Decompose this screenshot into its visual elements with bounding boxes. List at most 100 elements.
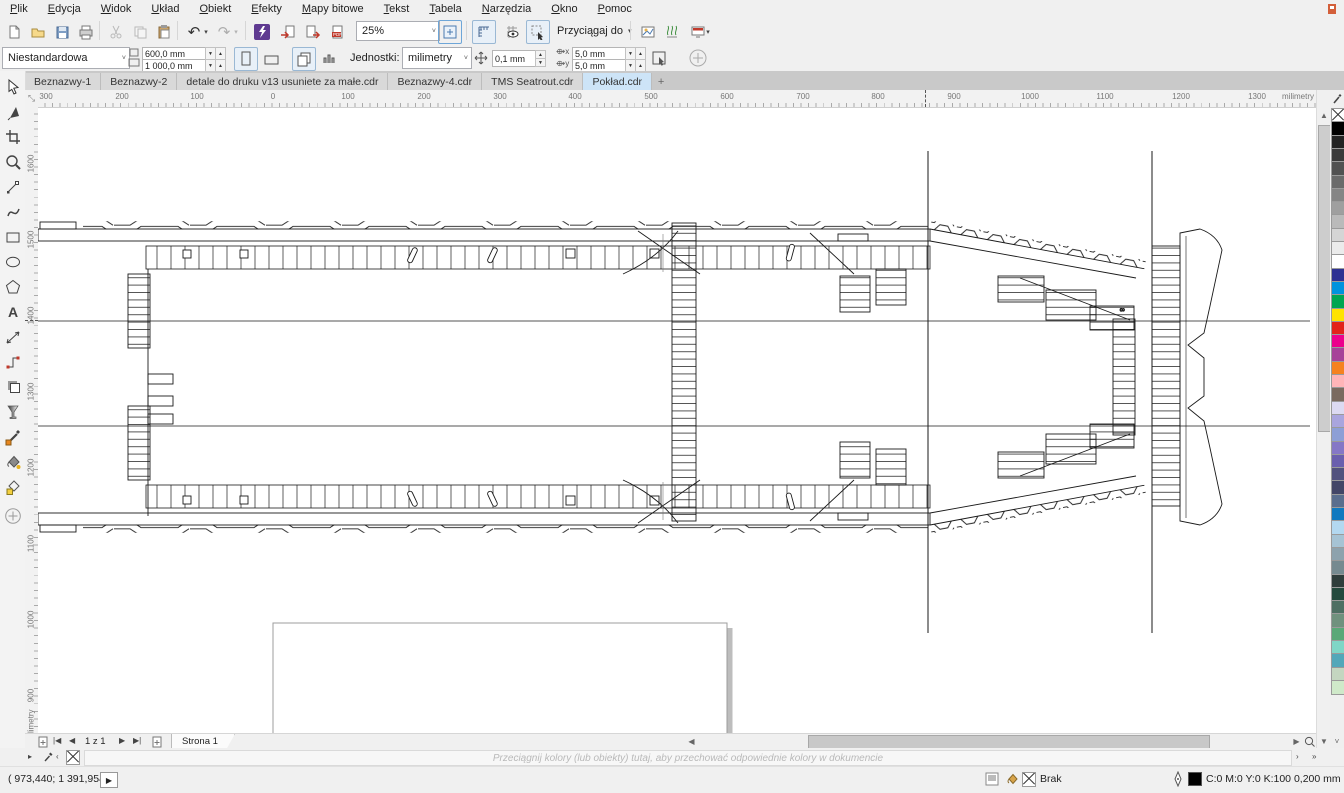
zoom-tool[interactable] [2, 151, 23, 172]
object-info-icon[interactable] [985, 772, 1000, 787]
coordinates-flyout-icon[interactable]: ▶ [100, 772, 118, 788]
vertical-scrollbar[interactable]: ▲ ▼ [1316, 90, 1331, 748]
next-page-icon[interactable]: ▶ [119, 736, 125, 745]
document-tab[interactable]: Beznazwy-2 [101, 73, 177, 90]
save-button[interactable] [50, 20, 74, 44]
tray-eyedropper-icon[interactable] [42, 751, 54, 763]
menu-narzedzia[interactable]: Narzędzia [472, 2, 542, 16]
export-button[interactable] [301, 20, 325, 44]
palette-eyedropper-icon[interactable] [1331, 92, 1343, 106]
account-icon[interactable] [1326, 3, 1338, 15]
menu-edycja[interactable]: Edycja [38, 2, 91, 16]
redo-dropdown-icon[interactable]: ▾ [230, 20, 242, 44]
scroll-up-icon[interactable]: ▲ [1318, 108, 1330, 122]
scroll-down-icon[interactable]: ▼ [1318, 734, 1330, 748]
portrait-button[interactable] [234, 47, 258, 71]
scrollbar-zoom-icon[interactable] [1303, 735, 1316, 748]
customize-toolbox-icon[interactable] [2, 505, 23, 526]
document-palette-tray[interactable]: Przeciągnij kolory (lub obiekty) tutaj, … [84, 750, 1292, 766]
artistic-media-tool[interactable] [2, 201, 23, 222]
tray-scroll-right-icon[interactable]: › [1296, 752, 1299, 761]
pick-tool[interactable] [2, 76, 23, 97]
horizontal-scroll-thumb[interactable] [808, 735, 1210, 749]
prev-page-icon[interactable]: ◀ [69, 736, 75, 745]
search-content-button[interactable] [250, 20, 274, 44]
tray-scroll-left-icon[interactable]: ‹ [56, 752, 59, 761]
document-tab[interactable]: TMS Seatrout.cdr [482, 73, 583, 90]
color-eyedropper-tool[interactable] [2, 426, 23, 447]
deck-drawing[interactable]: 8 [38, 108, 1316, 734]
add-property-icon[interactable] [688, 48, 708, 68]
snap-to-dropdown[interactable]: Przyciągaj do▾ [552, 21, 637, 41]
tray-expand-icon[interactable]: » [1312, 752, 1316, 761]
nudge-field[interactable]: 0,1 mm [492, 50, 540, 67]
menu-efekty[interactable]: Efekty [241, 2, 292, 16]
palette-scroll-down-icon[interactable]: ˅ [1331, 735, 1343, 747]
current-page-button[interactable] [318, 47, 342, 71]
launcher-dropdown-icon[interactable]: ▾ [702, 20, 714, 44]
snap-toggle-button[interactable] [526, 20, 550, 44]
zoom-level-combobox[interactable]: 25%˅ [356, 21, 440, 41]
text-tool[interactable]: A [2, 301, 23, 322]
fullscreen-preview-button[interactable] [438, 20, 462, 44]
horizontal-ruler[interactable]: 300 200 100 0 100 200 300 400 500 600 70… [38, 90, 1316, 108]
print-button[interactable] [74, 20, 98, 44]
drawing-canvas[interactable]: 8 [38, 107, 1316, 734]
ellipse-tool[interactable] [2, 251, 23, 272]
undo-dropdown-icon[interactable]: ▾ [200, 20, 212, 44]
horizontal-scrollbar[interactable]: ◀ ▶ [685, 733, 1316, 749]
transparency-tool[interactable] [2, 401, 23, 422]
show-rulers-button[interactable] [472, 20, 496, 44]
menu-plik[interactable]: Plik [0, 2, 38, 16]
last-page-icon[interactable]: ▶| [133, 736, 141, 745]
add-page-end-icon[interactable] [151, 736, 163, 748]
new-document-button[interactable] [2, 20, 26, 44]
menu-tekst[interactable]: Tekst [374, 2, 420, 16]
menu-mapy-bitowe[interactable]: Mapy bitowe [292, 2, 374, 16]
dimension-tool[interactable] [2, 326, 23, 347]
nudge-spinner[interactable]: ▲▼ [536, 50, 546, 67]
menu-pomoc[interactable]: Pomoc [588, 2, 642, 16]
publish-pdf-button[interactable]: PDF [326, 20, 350, 44]
interactive-fill-tool[interactable] [2, 451, 23, 472]
shape-tool[interactable] [2, 101, 23, 122]
vertical-ruler[interactable]: 1600 1500 1400 1300 1200 1100 1000 900 m… [25, 107, 39, 748]
show-grid-button[interactable] [500, 20, 524, 44]
crop-tool[interactable] [2, 126, 23, 147]
import-button[interactable] [276, 20, 300, 44]
landscape-button[interactable] [260, 47, 284, 71]
cut-button[interactable] [104, 20, 128, 44]
tray-no-color-swatch[interactable] [66, 750, 80, 765]
treat-as-filled-button[interactable] [648, 47, 672, 71]
paste-button[interactable] [152, 20, 176, 44]
scroll-left-icon[interactable]: ◀ [685, 735, 698, 748]
rectangle-tool[interactable] [2, 226, 23, 247]
page-size-preset-combobox[interactable]: Niestandardowa˅ [2, 47, 130, 69]
add-page-start-icon[interactable] [37, 736, 49, 748]
polygon-tool[interactable] [2, 276, 23, 297]
first-page-icon[interactable]: |◀ [53, 736, 61, 745]
drop-shadow-tool[interactable] [2, 376, 23, 397]
scroll-right-icon[interactable]: ▶ [1290, 735, 1303, 748]
smart-fill-tool[interactable] [2, 476, 23, 497]
palette-swatch[interactable] [1331, 680, 1344, 695]
units-combobox[interactable]: milimetry˅ [402, 47, 472, 69]
tray-flyout-icon[interactable]: ▸ [28, 752, 32, 761]
document-tab[interactable]: Beznazwy-1 [25, 73, 101, 90]
graph-paper-button[interactable] [660, 20, 684, 44]
menu-okno[interactable]: Okno [541, 2, 587, 16]
connector-tool[interactable] [2, 351, 23, 372]
open-button[interactable] [26, 20, 50, 44]
new-tab-button[interactable]: + [652, 73, 670, 90]
document-tab-active[interactable]: Pokład.cdr [583, 73, 652, 90]
menu-widok[interactable]: Widok [91, 2, 142, 16]
all-pages-button[interactable] [292, 47, 316, 71]
menu-tabela[interactable]: Tabela [419, 2, 471, 16]
document-tab[interactable]: detale do druku v13 usuniete za małe.cdr [177, 73, 388, 90]
menu-uklad[interactable]: Układ [141, 2, 189, 16]
copy-button[interactable] [128, 20, 152, 44]
menu-obiekt[interactable]: Obiekt [189, 2, 241, 16]
options-button[interactable] [636, 20, 660, 44]
document-tab[interactable]: Beznazwy-4.cdr [388, 73, 482, 90]
freehand-tool[interactable] [2, 176, 23, 197]
